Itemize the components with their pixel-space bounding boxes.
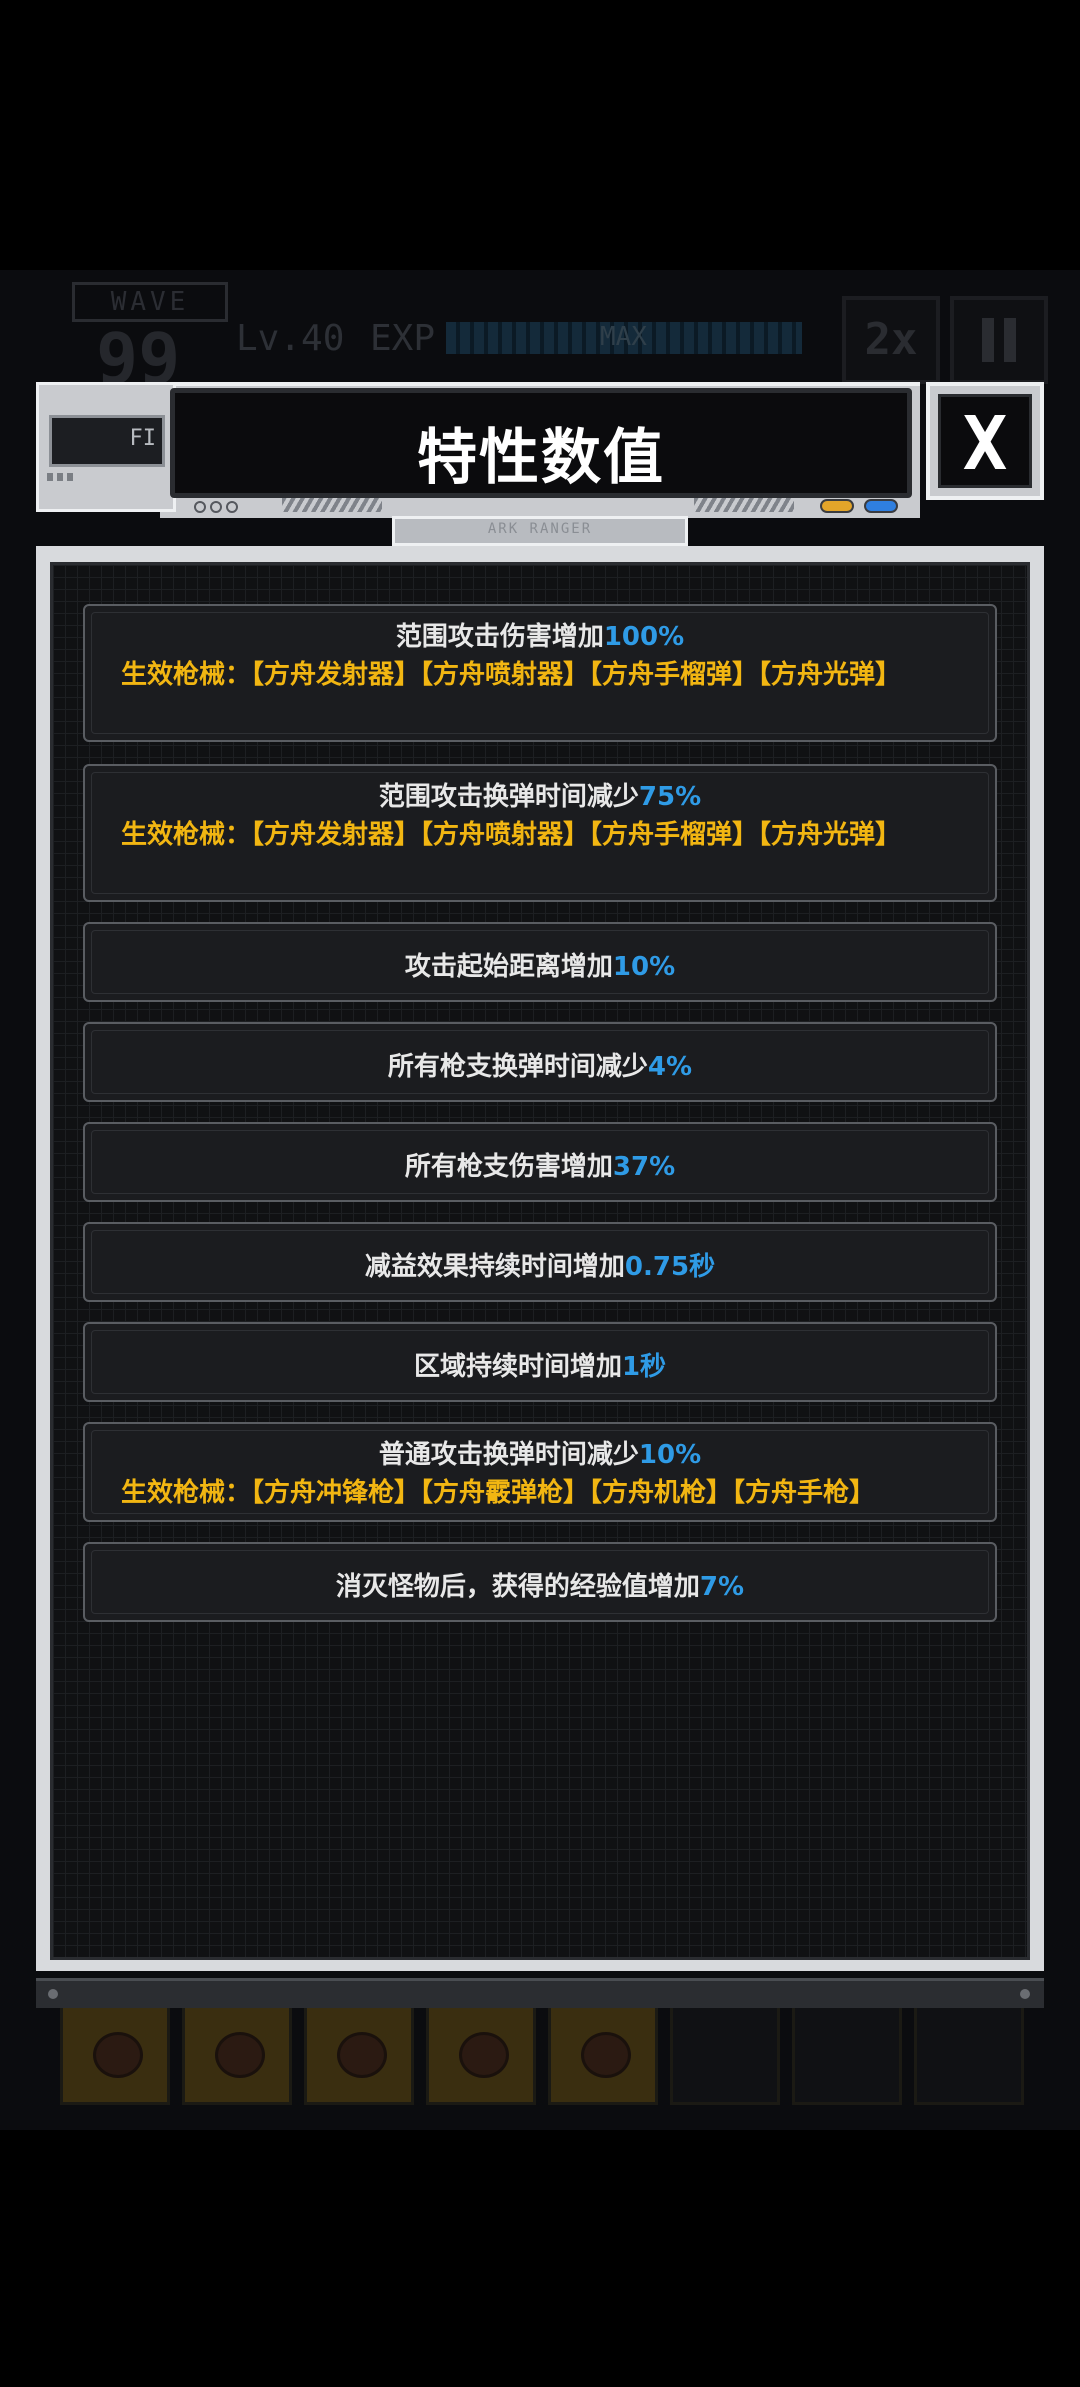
stat-value: 100% (603, 622, 685, 652)
weapon-slot[interactable] (60, 1995, 170, 2105)
rivet (48, 1989, 58, 1999)
title-screen: 特性数值 (170, 388, 912, 498)
header-tab-text: ARK RANGER (487, 521, 593, 537)
dialog-header-left-module: FI (36, 382, 176, 512)
weapon-slot-empty[interactable] (914, 1995, 1024, 2105)
weapon-slot[interactable] (304, 1995, 414, 2105)
stat-card: 减益效果持续时间增加0.75秒 (83, 1222, 997, 1302)
stat-text: 消灭怪物后，获得的经验值增加7% (335, 1572, 745, 1602)
stat-text: 减益效果持续时间增加0.75秒 (364, 1252, 716, 1282)
close-button-screen: X (938, 394, 1032, 488)
stat-card: 普通攻击换弹时间减少10% 生效枪械：【方舟冲锋枪】【方舟霰弹枪】【方舟机枪】【… (83, 1422, 997, 1522)
weapon-slot-empty[interactable] (670, 1995, 780, 2105)
header-dots-decoration (47, 473, 77, 481)
stat-card: 范围攻击换弹时间减少75% 生效枪械：【方舟发射器】【方舟喷射器】【方舟手榴弹】… (83, 764, 997, 902)
stat-weapons: 生效枪械：【方舟冲锋枪】【方舟霰弹枪】【方舟机枪】【方舟手枪】 (121, 1478, 876, 1508)
rivet (1020, 1989, 1030, 1999)
weapon-slot-empty[interactable] (792, 1995, 902, 2105)
stat-card: 攻击起始距离增加10% (83, 922, 997, 1002)
stat-text: 范围攻击换弹时间减少75% (378, 782, 702, 812)
stat-text: 攻击起始距离增加10% (404, 952, 676, 982)
stat-value: 7% (699, 1572, 745, 1602)
weapon-slot[interactable] (548, 1995, 658, 2105)
stat-card: 所有枪支换弹时间减少4% (83, 1022, 997, 1102)
stat-value: 10% (638, 1440, 702, 1470)
stat-text: 区域持续时间增加1秒 (413, 1352, 667, 1382)
weapon-slot[interactable] (426, 1995, 536, 2105)
header-stripes-decoration (694, 498, 794, 512)
exp-max-label: MAX (600, 322, 647, 352)
header-blue-light (864, 499, 898, 513)
stat-value: 37% (612, 1152, 676, 1182)
stat-card: 范围攻击伤害增加100% 生效枪械：【方舟发射器】【方舟喷射器】【方舟手榴弹】【… (83, 604, 997, 742)
dialog-title: 特性数值 (417, 423, 665, 493)
gun-icon (215, 2032, 265, 2078)
grenade-icon (459, 2032, 509, 2078)
wave-label: WAVE (72, 282, 228, 322)
header-circles-decoration (194, 498, 256, 514)
close-icon: X (962, 401, 1008, 487)
screen: WAVE 99 Lv.40 EXP MAX 2x FI 特性数值 ARK RAN… (0, 0, 1080, 2387)
stat-text: 所有枪支伤害增加37% (404, 1152, 676, 1182)
stat-card: 所有枪支伤害增加37% (83, 1122, 997, 1202)
stat-text: 范围攻击伤害增加100% (395, 622, 685, 652)
weapon-slot[interactable] (182, 1995, 292, 2105)
speed-button[interactable]: 2x (842, 296, 940, 384)
stat-weapons: 生效枪械：【方舟发射器】【方舟喷射器】【方舟手榴弹】【方舟光弹】 (121, 820, 902, 850)
grenade-icon (93, 2032, 143, 2078)
exp-label: EXP (370, 318, 436, 359)
close-button[interactable]: X (926, 382, 1044, 500)
stat-value: 0.75秒 (624, 1252, 716, 1282)
stat-value: 75% (638, 782, 702, 812)
grenade-icon (581, 2032, 631, 2078)
stat-value: 1秒 (621, 1352, 667, 1382)
header-orange-light (820, 499, 854, 513)
header-mini-screen: FI (49, 415, 165, 467)
stat-card: 区域持续时间增加1秒 (83, 1322, 997, 1402)
stat-value: 4% (647, 1052, 693, 1082)
header-tab: ARK RANGER (392, 516, 688, 546)
level-indicator: Lv.40 (236, 318, 345, 359)
weapon-bar (40, 1995, 1050, 2115)
header-stripes-decoration (282, 498, 382, 512)
stat-text: 所有枪支换弹时间减少4% (387, 1052, 693, 1082)
stat-text: 普通攻击换弹时间减少10% (378, 1440, 702, 1470)
grenade-icon (337, 2032, 387, 2078)
stat-value: 10% (612, 952, 676, 982)
stat-card: 消灭怪物后，获得的经验值增加7% (83, 1542, 997, 1622)
stat-weapons: 生效枪械：【方舟发射器】【方舟喷射器】【方舟手榴弹】【方舟光弹】 (121, 660, 902, 690)
pause-button[interactable] (950, 296, 1048, 384)
panel-footer (36, 1978, 1044, 2008)
header-mini-screen-text: FI (129, 426, 157, 451)
